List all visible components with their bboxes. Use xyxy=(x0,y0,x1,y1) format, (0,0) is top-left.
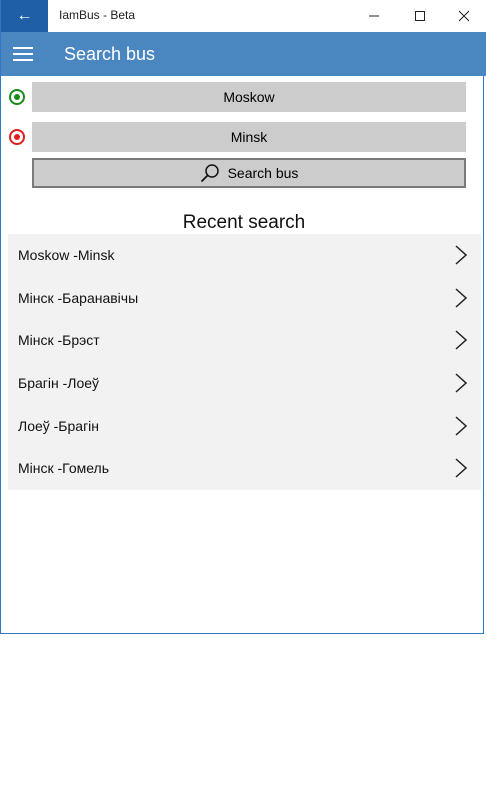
chevron-right-icon xyxy=(455,373,467,393)
recent-item-label: Мінск -Баранавічы xyxy=(18,289,139,306)
recent-item-label: Брагін -Лоеў xyxy=(18,375,100,392)
search-bus-label: Search bus xyxy=(227,165,299,181)
destination-field[interactable]: Minsk xyxy=(32,122,466,152)
title-bar: ← IamBus - Beta xyxy=(1,0,486,32)
destination-radio-icon[interactable] xyxy=(9,129,25,145)
back-button[interactable]: ← xyxy=(1,0,48,32)
chevron-right-icon xyxy=(455,245,467,265)
chevron-right-icon xyxy=(455,458,467,478)
recent-item-label: Мінск -Гомель xyxy=(18,460,110,477)
chevron-right-icon xyxy=(455,288,467,308)
recent-item[interactable]: Лоеў -Брагін xyxy=(8,404,481,447)
hamburger-menu-icon[interactable] xyxy=(13,47,33,61)
back-arrow-icon: ← xyxy=(16,7,33,24)
search-icon xyxy=(200,164,219,183)
recent-item[interactable]: Мінск -Брэст xyxy=(8,319,481,362)
recent-item-label: Лоеў -Брагін xyxy=(18,417,100,434)
chevron-right-icon xyxy=(455,330,467,351)
recent-item[interactable]: Мінск -Баранавічы xyxy=(8,277,481,320)
page-title: Search bus xyxy=(64,44,156,64)
recent-search-list: Moskow -Minsk Мінск -Баранавічы Мінск -Б… xyxy=(8,234,481,490)
close-icon xyxy=(459,11,469,21)
recent-item[interactable]: Брагін -Лоеў xyxy=(8,362,481,405)
maximize-button[interactable] xyxy=(397,0,443,32)
window-title: IamBus - Beta xyxy=(59,8,136,22)
maximize-icon xyxy=(415,11,425,21)
app-bar: Search bus xyxy=(1,32,486,76)
recent-item[interactable]: Moskow -Minsk xyxy=(8,234,481,277)
search-bus-button[interactable]: Search bus xyxy=(32,158,466,188)
minimize-button[interactable] xyxy=(351,0,397,32)
app-window: ← IamBus - Beta Search bus Moskow Minsk … xyxy=(0,0,486,634)
minimize-icon xyxy=(369,15,379,17)
chevron-right-icon xyxy=(455,416,467,436)
origin-field[interactable]: Moskow xyxy=(32,82,466,112)
recent-item-label: Moskow -Minsk xyxy=(18,247,115,264)
close-button[interactable] xyxy=(441,0,486,32)
recent-item-label: Мінск -Брэст xyxy=(18,332,100,349)
recent-item[interactable]: Мінск -Гомель xyxy=(8,447,481,490)
origin-radio-icon[interactable] xyxy=(9,89,25,105)
recent-search-heading: Recent search xyxy=(182,212,306,233)
